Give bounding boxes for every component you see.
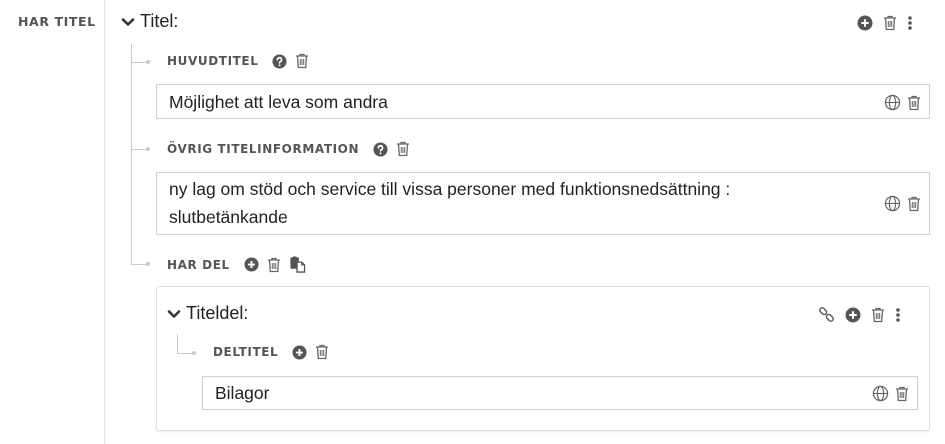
tree-dot <box>146 262 150 266</box>
trash-icon[interactable] <box>315 344 329 360</box>
field-actions <box>872 385 909 402</box>
deltitel-field[interactable]: Bilagor <box>202 376 918 410</box>
plus-circle-icon[interactable] <box>845 307 861 323</box>
ovrig-titelinformation-label: ÖVRIG TITELINFORMATION <box>167 142 360 156</box>
plus-circle-icon[interactable] <box>857 15 873 31</box>
link-icon[interactable] <box>818 306 835 323</box>
tree-dot <box>146 147 150 151</box>
globe-icon[interactable] <box>872 385 889 402</box>
trash-icon[interactable] <box>895 386 909 402</box>
trash-icon[interactable] <box>396 141 410 157</box>
titeldel-header: Titeldel: <box>166 303 248 324</box>
tree-dot <box>146 60 150 64</box>
huvudtitel-label-row: HUVUDTITEL <box>167 53 309 69</box>
question-circle-icon[interactable] <box>272 53 287 69</box>
huvudtitel-label: HUVUDTITEL <box>167 54 259 68</box>
paste-icon[interactable] <box>289 256 306 273</box>
titeldel-heading: Titeldel: <box>186 303 249 323</box>
tree-dot <box>192 351 196 355</box>
field-actions <box>884 195 921 212</box>
har-del-label: HAR DEL <box>167 257 230 272</box>
trash-icon[interactable] <box>907 95 921 111</box>
deltitel-label-row: DELTITEL <box>213 344 329 360</box>
trash-icon[interactable] <box>883 15 897 31</box>
trash-icon[interactable] <box>907 196 921 212</box>
tree-line-branch <box>177 353 193 354</box>
more-vertical-icon[interactable] <box>895 307 901 323</box>
more-vertical-icon[interactable] <box>907 15 913 31</box>
trash-icon[interactable] <box>871 307 885 323</box>
plus-circle-icon[interactable] <box>292 344 307 360</box>
deltitel-label: DELTITEL <box>213 345 279 359</box>
ovrig-label-row: ÖVRIG TITELINFORMATION <box>167 141 410 157</box>
deltitel-value[interactable]: Bilagor <box>215 383 269 404</box>
titel-header: Titel: <box>120 11 178 32</box>
tree-line-branch <box>131 264 147 265</box>
har-del-label-row: HAR DEL <box>167 256 306 273</box>
titel-actions <box>857 15 913 31</box>
ovrig-titelinformation-field[interactable]: ny lag om stöd och service till vissa pe… <box>156 172 930 235</box>
tree-line-branch <box>131 62 147 63</box>
titeldel-actions <box>818 306 901 323</box>
plus-circle-icon[interactable] <box>244 257 259 272</box>
titel-heading: Titel: <box>140 11 179 31</box>
chevron-down-icon[interactable] <box>120 14 136 30</box>
tree-line-vertical <box>131 44 132 264</box>
har-titel-label: HAR TITEL <box>18 14 96 29</box>
globe-icon[interactable] <box>884 94 901 111</box>
ovrig-line-1[interactable]: ny lag om stöd och service till vissa pe… <box>169 179 730 200</box>
ovrig-line-2[interactable]: slutbetänkande <box>169 207 288 228</box>
field-actions <box>884 94 921 111</box>
globe-icon[interactable] <box>884 195 901 212</box>
trash-icon[interactable] <box>267 257 281 273</box>
question-circle-icon[interactable] <box>373 141 388 157</box>
trash-icon[interactable] <box>295 53 309 69</box>
tree-line-vertical <box>177 334 178 353</box>
column-divider <box>104 0 105 444</box>
huvudtitel-field[interactable]: Möjlighet att leva som andra <box>156 84 930 119</box>
chevron-down-icon[interactable] <box>166 306 182 322</box>
huvudtitel-value[interactable]: Möjlighet att leva som andra <box>169 92 388 113</box>
tree-line-branch <box>131 149 147 150</box>
